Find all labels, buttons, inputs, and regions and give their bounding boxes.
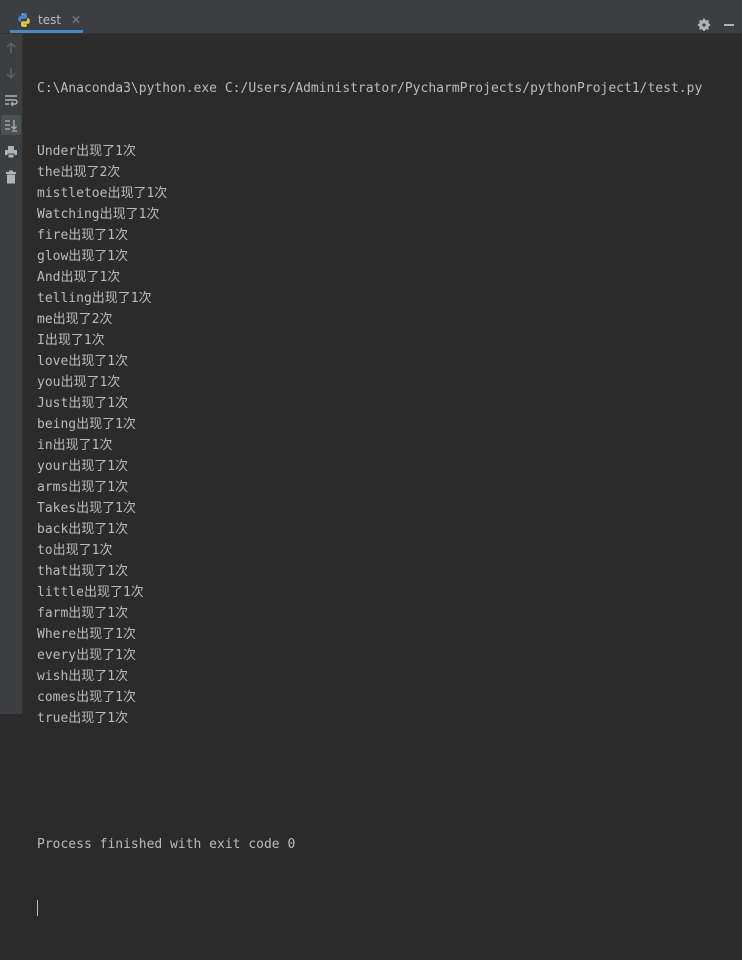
console-output-line: fire出现了1次 <box>37 228 129 243</box>
soft-wrap-icon[interactable] <box>1 90 21 110</box>
close-icon[interactable]: ✕ <box>71 14 81 26</box>
console-exit-message: Process finished with exit code 0 <box>37 837 296 852</box>
console-output-line: back出现了1次 <box>37 522 129 537</box>
arrow-down-icon[interactable] <box>1 63 21 83</box>
console-output-line: the出现了2次 <box>37 165 121 180</box>
console-output-line: me出现了2次 <box>37 312 113 327</box>
scroll-to-end-icon[interactable] <box>1 115 21 135</box>
console-output-line: every出现了1次 <box>37 648 136 663</box>
console-output-line: your出现了1次 <box>37 459 129 474</box>
console-output-line: you出现了1次 <box>37 375 121 390</box>
console-input-line[interactable] <box>37 897 702 918</box>
console-output-line: to出现了1次 <box>37 543 113 558</box>
console-output-line: I出现了1次 <box>37 333 105 348</box>
console-output-line: being出现了1次 <box>37 417 136 432</box>
arrow-up-icon[interactable] <box>1 38 21 58</box>
tab-label: test <box>38 12 62 27</box>
console-output-line: wish出现了1次 <box>37 669 129 684</box>
console-output-line: true出现了1次 <box>37 711 129 726</box>
console-output-line: Under出现了1次 <box>37 144 136 159</box>
print-icon[interactable] <box>1 142 21 162</box>
trash-icon[interactable] <box>1 167 21 187</box>
console-output-line: little出现了1次 <box>37 585 144 600</box>
console-output-line: Takes出现了1次 <box>37 501 136 516</box>
console-output[interactable]: C:\Anaconda3\python.exe C:/Users/Adminis… <box>23 34 742 916</box>
console-output-line: love出现了1次 <box>37 354 129 369</box>
console-output-line: comes出现了1次 <box>37 690 136 705</box>
run-tab-bar: test ✕ <box>0 6 742 34</box>
minimize-icon[interactable] <box>724 24 734 26</box>
active-tab-indicator <box>10 30 83 33</box>
console-output-line: that出现了1次 <box>37 564 129 579</box>
console-output-line: in出现了1次 <box>37 438 113 453</box>
console-output-line: telling出现了1次 <box>37 291 152 306</box>
python-icon <box>18 12 30 27</box>
console-command-line: C:\Anaconda3\python.exe C:/Users/Adminis… <box>37 81 703 96</box>
console-output-line: arms出现了1次 <box>37 480 129 495</box>
console-output-line: glow出现了1次 <box>37 249 129 264</box>
console-output-line: Watching出现了1次 <box>37 207 160 222</box>
console-toolbar <box>0 34 23 714</box>
console-output-line: And出现了1次 <box>37 270 121 285</box>
console-output-line: mistletoe出现了1次 <box>37 186 168 201</box>
console-output-line: farm出现了1次 <box>37 606 129 621</box>
tab-test[interactable]: test ✕ <box>10 6 83 33</box>
console-output-line: Just出现了1次 <box>37 396 129 411</box>
console-output-line: Where出现了1次 <box>37 627 136 642</box>
text-caret <box>37 899 38 916</box>
gear-icon[interactable] <box>696 17 712 33</box>
